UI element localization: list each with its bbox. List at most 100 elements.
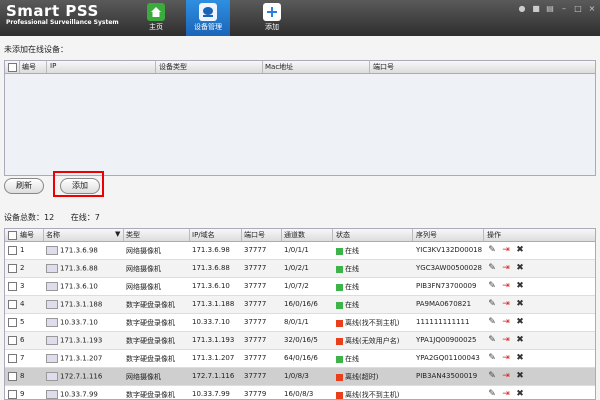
row-number: 1 xyxy=(20,246,25,254)
tab-add[interactable]: 添加 xyxy=(250,0,294,36)
status-indicator-icon xyxy=(336,247,343,255)
table-row[interactable]: 2 171.3.6.88 网络摄像机 171.3.6.88 37777 1/0/2/1 在线… xyxy=(5,260,595,278)
row-checkbox[interactable] xyxy=(8,372,17,381)
table-row[interactable]: 8 172.7.1.116 网络摄像机 172.7.1.116 37777 1/0/8/3… xyxy=(5,368,595,386)
row-checkbox[interactable] xyxy=(8,354,17,363)
edit-icon[interactable]: ✎ xyxy=(487,281,497,291)
row-checkbox[interactable] xyxy=(8,300,17,309)
row-channels: 1/0/2/1 xyxy=(284,264,309,272)
minimize-icon[interactable]: – xyxy=(559,4,569,14)
row-type: 网络摄像机 xyxy=(126,247,161,255)
close-icon[interactable]: × xyxy=(587,4,597,14)
table-row[interactable]: 6 171.3.1.193 数字硬盘录像机 171.3.1.193 37777 32/0/… xyxy=(5,332,595,350)
row-ip: 171.3.6.98 xyxy=(192,246,230,254)
edit-icon[interactable]: ✎ xyxy=(487,245,497,255)
table-row[interactable]: 3 171.3.6.10 网络摄像机 171.3.6.10 37777 1/0/7/2 在线… xyxy=(5,278,595,296)
row-port: 37777 xyxy=(244,354,267,362)
status-indicator-icon xyxy=(336,373,343,381)
row-checkbox[interactable] xyxy=(8,336,17,345)
edit-icon[interactable]: ✎ xyxy=(487,371,497,381)
row-checkbox[interactable] xyxy=(8,264,17,273)
delete-icon[interactable]: ✖ xyxy=(515,335,525,345)
table-row[interactable]: 1 171.3.6.98 网络摄像机 171.3.6.98 37777 1/0/1/1 在线… xyxy=(5,242,595,260)
export-icon[interactable]: ⇥ xyxy=(501,317,511,327)
row-number: 3 xyxy=(20,282,25,290)
delete-icon[interactable]: ✖ xyxy=(515,281,525,291)
row-checkbox[interactable] xyxy=(8,318,17,327)
row-channels: 16/0/8/3 xyxy=(284,390,314,398)
row-name: 172.7.1.116 xyxy=(46,372,102,381)
lock-icon[interactable]: ■ xyxy=(531,4,541,14)
row-status: 离线(超时) xyxy=(336,372,378,382)
refresh-button[interactable]: 刷新 xyxy=(4,178,44,194)
devices-rows: 1 171.3.6.98 网络摄像机 171.3.6.98 37777 1/0/1/1 在线… xyxy=(5,242,595,399)
export-icon[interactable]: ⇥ xyxy=(501,281,511,291)
restore-icon[interactable]: □ xyxy=(573,4,583,14)
row-name: 10.33.7.10 xyxy=(46,318,98,327)
edit-icon[interactable]: ✎ xyxy=(487,299,497,309)
row-number: 5 xyxy=(20,318,25,326)
row-type: 数字硬盘录像机 xyxy=(126,337,175,345)
row-type: 数字硬盘录像机 xyxy=(126,391,175,399)
row-ip: 171.3.6.88 xyxy=(192,264,230,272)
export-icon[interactable]: ⇥ xyxy=(501,299,511,309)
online-count: 7 xyxy=(94,213,100,222)
row-port: 37777 xyxy=(244,300,267,308)
row-status: 在线 xyxy=(336,354,359,364)
settings-icon[interactable]: ▤ xyxy=(545,4,555,14)
user-icon[interactable]: ● xyxy=(517,4,527,14)
tab-home[interactable]: 主页 xyxy=(134,0,178,36)
tab-device-manager[interactable]: 设备管理 xyxy=(186,0,230,36)
edit-icon[interactable]: ✎ xyxy=(487,353,497,363)
export-icon[interactable]: ⇥ xyxy=(501,263,511,273)
device-thumbnail-icon xyxy=(46,372,58,381)
edit-icon[interactable]: ✎ xyxy=(487,335,497,345)
row-name: 171.3.1.188 xyxy=(46,300,102,309)
row-name: 171.3.6.88 xyxy=(46,264,98,273)
row-ip: 171.3.6.10 xyxy=(192,282,230,290)
row-serial: YPA1JQ00900025 xyxy=(416,336,477,344)
device-thumbnail-icon xyxy=(46,300,58,309)
row-checkbox[interactable] xyxy=(8,282,17,291)
row-type: 网络摄像机 xyxy=(126,373,161,381)
row-type: 数字硬盘录像机 xyxy=(126,319,175,327)
row-serial: YPA2GQ01100043 xyxy=(416,354,480,362)
col-mac: Mac地址 xyxy=(265,63,294,71)
delete-icon[interactable]: ✖ xyxy=(515,263,525,273)
edit-icon[interactable]: ✎ xyxy=(487,263,497,273)
device-icon xyxy=(199,3,217,21)
col-type: 类型 xyxy=(126,231,140,239)
export-icon[interactable]: ⇥ xyxy=(501,335,511,345)
app-brand: Smart PSS Professional Surveillance Syst… xyxy=(6,2,119,26)
export-icon[interactable]: ⇥ xyxy=(501,353,511,363)
sort-chevron-icon[interactable]: ▼ xyxy=(115,230,120,238)
col-no: 编号 xyxy=(20,231,34,239)
row-channels: 64/0/16/6 xyxy=(284,354,318,362)
row-checkbox[interactable] xyxy=(8,246,17,255)
delete-icon[interactable]: ✖ xyxy=(515,245,525,255)
row-channels: 1/0/8/3 xyxy=(284,372,309,380)
delete-icon[interactable]: ✖ xyxy=(515,371,525,381)
table-row[interactable]: 7 171.3.1.207 数字硬盘录像机 171.3.1.207 37777 64/0/… xyxy=(5,350,595,368)
unadded-devices-grid: 编号 IP 设备类型 Mac地址 端口号 xyxy=(4,60,596,176)
export-icon[interactable]: ⇥ xyxy=(501,371,511,381)
table-row[interactable]: 4 171.3.1.188 数字硬盘录像机 171.3.1.188 37777 16/0/… xyxy=(5,296,595,314)
status-indicator-icon xyxy=(336,355,343,363)
delete-icon[interactable]: ✖ xyxy=(515,299,525,309)
delete-icon[interactable]: ✖ xyxy=(515,353,525,363)
table-row[interactable]: 5 10.33.7.10 数字硬盘录像机 10.33.7.10 37777 8/0/1/1… xyxy=(5,314,595,332)
device-thumbnail-icon xyxy=(46,354,58,363)
row-status: 离线(无效用户名) xyxy=(336,336,399,346)
row-port: 37777 xyxy=(244,282,267,290)
row-port: 37777 xyxy=(244,336,267,344)
edit-icon[interactable]: ✎ xyxy=(487,317,497,327)
row-ip: 171.3.1.207 xyxy=(192,354,235,362)
tab-device-manager-label: 设备管理 xyxy=(194,23,222,31)
row-number: 6 xyxy=(20,336,25,344)
app-subtitle: Professional Surveillance System xyxy=(6,19,119,26)
row-serial: YGC3AW00500028 xyxy=(416,264,482,272)
app-header: Smart PSS Professional Surveillance Syst… xyxy=(0,0,600,36)
delete-icon[interactable]: ✖ xyxy=(515,317,525,327)
row-ip: 10.33.7.99 xyxy=(192,390,230,398)
export-icon[interactable]: ⇥ xyxy=(501,245,511,255)
